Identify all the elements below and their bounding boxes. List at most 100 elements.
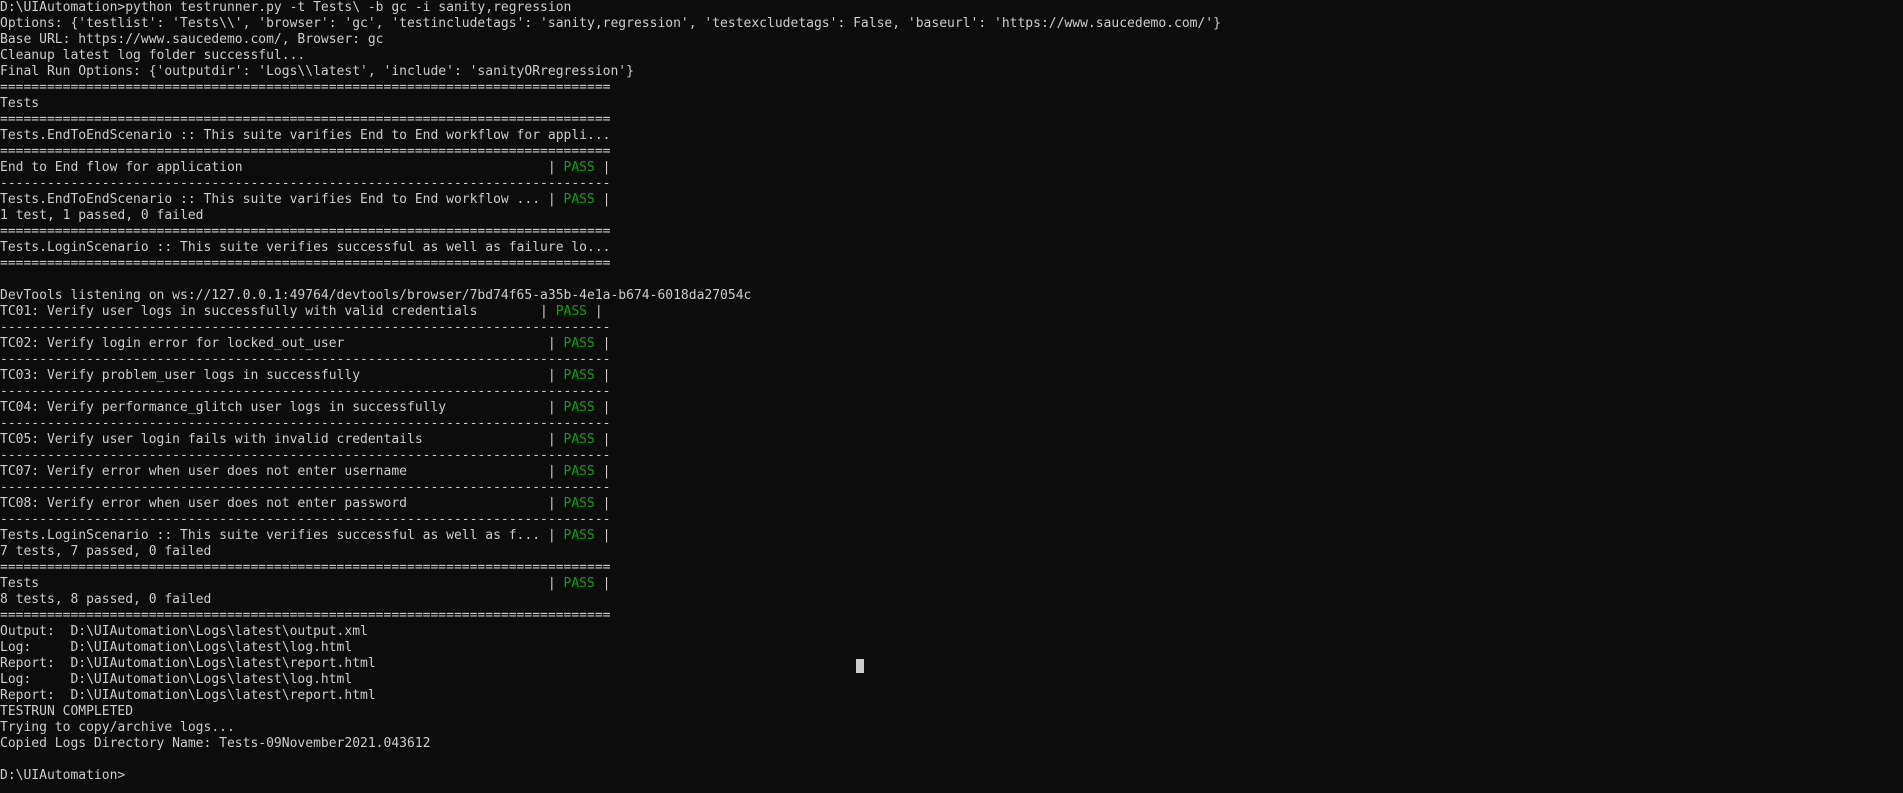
console-line-text: Tests.EndToEndScenario :: This suite var…	[0, 128, 611, 143]
console-line-suffix: |	[594, 496, 611, 511]
console-line-text: Copied Logs Directory Name: Tests-09Nove…	[0, 736, 431, 751]
console-line: Log: D:\UIAutomation\Logs\latest\log.htm…	[0, 640, 1903, 656]
console-line: End to End flow for application | PASS |	[0, 160, 1903, 176]
console-line: ----------------------------------------…	[0, 384, 1903, 400]
console-line-text: Tests.EndToEndScenario :: This suite var…	[0, 192, 564, 207]
status-pass: PASS	[563, 528, 595, 543]
console-line-text: TC07: Verify error when user does not en…	[0, 464, 564, 479]
console-line: 8 tests, 8 passed, 0 failed	[0, 592, 1903, 608]
console-line-text: 8 tests, 8 passed, 0 failed	[0, 592, 212, 607]
console-line: TC05: Verify user login fails with inval…	[0, 432, 1903, 448]
console-line: Cleanup latest log folder successful...	[0, 48, 1903, 64]
console-line-text: ----------------------------------------…	[0, 176, 611, 191]
status-pass: PASS	[563, 192, 595, 207]
console-line-text: ----------------------------------------…	[0, 352, 611, 367]
console-line-text: D:\UIAutomation>	[0, 768, 126, 783]
console-output: D:\UIAutomation>python testrunner.py -t …	[0, 0, 1903, 784]
console-line: TC07: Verify error when user does not en…	[0, 464, 1903, 480]
console-line-suffix: |	[594, 160, 611, 175]
console-line-text: ========================================…	[0, 608, 611, 623]
console-line: 7 tests, 7 passed, 0 failed	[0, 544, 1903, 560]
console-line-text: ----------------------------------------…	[0, 480, 611, 495]
console-line-text: D:\UIAutomation>python testrunner.py -t …	[0, 0, 572, 15]
console-line: TC01: Verify user logs in successfully w…	[0, 304, 1903, 320]
console-line-text: Log: D:\UIAutomation\Logs\latest\log.htm…	[0, 672, 353, 687]
console-line: ========================================…	[0, 112, 1903, 128]
console-line: D:\UIAutomation>python testrunner.py -t …	[0, 0, 1903, 16]
console-line: Copied Logs Directory Name: Tests-09Nove…	[0, 736, 1903, 752]
console-line: Tests.LoginScenario :: This suite verifi…	[0, 528, 1903, 544]
console-line: TC08: Verify error when user does not en…	[0, 496, 1903, 512]
console-line-text: Tests.LoginScenario :: This suite verifi…	[0, 240, 611, 255]
console-line: Tests | PASS |	[0, 576, 1903, 592]
console-line: Options: {'testlist': 'Tests\\', 'browse…	[0, 16, 1903, 32]
console-line: ----------------------------------------…	[0, 352, 1903, 368]
console-line-suffix: |	[594, 576, 611, 591]
console-line-text: Base URL: https://www.saucedemo.com/, Br…	[0, 32, 384, 47]
console-line-text: Log: D:\UIAutomation\Logs\latest\log.htm…	[0, 640, 353, 655]
console-line: ========================================…	[0, 80, 1903, 96]
status-pass: PASS	[563, 160, 595, 175]
console-line: ----------------------------------------…	[0, 448, 1903, 464]
console-line: ========================================…	[0, 608, 1903, 624]
status-pass: PASS	[563, 368, 595, 383]
console-line-text: TC05: Verify user login fails with inval…	[0, 432, 564, 447]
console-line-text: ========================================…	[0, 560, 611, 575]
console-line: Tests.EndToEndScenario :: This suite var…	[0, 192, 1903, 208]
console-line-text: Final Run Options: {'outputdir': 'Logs\\…	[0, 64, 634, 79]
console-line-text: ========================================…	[0, 224, 611, 239]
console-line-text: ----------------------------------------…	[0, 416, 611, 431]
status-pass: PASS	[563, 496, 595, 511]
console-line: Tests	[0, 96, 1903, 112]
console-line: TC02: Verify login error for locked_out_…	[0, 336, 1903, 352]
console-line: Tests.LoginScenario :: This suite verifi…	[0, 240, 1903, 256]
status-pass: PASS	[563, 432, 595, 447]
console-line: TESTRUN COMPLETED	[0, 704, 1903, 720]
console-line: ----------------------------------------…	[0, 480, 1903, 496]
console-line: TC03: Verify problem_user logs in succes…	[0, 368, 1903, 384]
console-line: 1 test, 1 passed, 0 failed	[0, 208, 1903, 224]
console-line-text: Trying to copy/archive logs...	[0, 720, 235, 735]
status-pass: PASS	[563, 336, 595, 351]
console-line: DevTools listening on ws://127.0.0.1:497…	[0, 288, 1903, 304]
status-pass: PASS	[563, 400, 595, 415]
console-line-text: Report: D:\UIAutomation\Logs\latest\repo…	[0, 688, 376, 703]
console-line-text: TC03: Verify problem_user logs in succes…	[0, 368, 564, 383]
console-line-text: TESTRUN COMPLETED	[0, 704, 134, 719]
status-pass: PASS	[563, 576, 595, 591]
status-pass: PASS	[563, 464, 595, 479]
console-line-suffix: |	[594, 192, 611, 207]
console-line-text: 7 tests, 7 passed, 0 failed	[0, 544, 212, 559]
console-line-text: ----------------------------------------…	[0, 512, 611, 527]
console-line-text: Report: D:\UIAutomation\Logs\latest\repo…	[0, 656, 376, 671]
console-line: ----------------------------------------…	[0, 320, 1903, 336]
console-line-suffix: |	[594, 464, 611, 479]
console-line-text: TC08: Verify error when user does not en…	[0, 496, 564, 511]
console-line: ----------------------------------------…	[0, 512, 1903, 528]
console-line-suffix: |	[594, 400, 611, 415]
console-line: ----------------------------------------…	[0, 176, 1903, 192]
console-line-text: Tests |	[0, 576, 564, 591]
console-line-text: ========================================…	[0, 112, 611, 127]
status-pass: PASS	[555, 304, 588, 319]
console-line-suffix: |	[594, 336, 611, 351]
console-line: ========================================…	[0, 560, 1903, 576]
console-line-text: ========================================…	[0, 80, 611, 95]
console-line: Base URL: https://www.saucedemo.com/, Br…	[0, 32, 1903, 48]
console-line: Report: D:\UIAutomation\Logs\latest\repo…	[0, 656, 1903, 672]
console-line: TC04: Verify performance_glitch user log…	[0, 400, 1903, 416]
console-line: Output: D:\UIAutomation\Logs\latest\outp…	[0, 624, 1903, 640]
console-line-text: Tests	[0, 96, 40, 111]
console-line-text: Cleanup latest log folder successful...	[0, 48, 306, 63]
console-line: Final Run Options: {'outputdir': 'Logs\\…	[0, 64, 1903, 80]
console-line-text: TC02: Verify login error for locked_out_…	[0, 336, 564, 351]
console-line-suffix: |	[594, 432, 611, 447]
terminal-window[interactable]: D:\UIAutomation>python testrunner.py -t …	[0, 0, 1903, 793]
console-line: ----------------------------------------…	[0, 416, 1903, 432]
console-line-text: ----------------------------------------…	[0, 448, 611, 463]
console-line-suffix: |	[587, 304, 603, 319]
console-line-text: ========================================…	[0, 144, 611, 159]
console-line: D:\UIAutomation>	[0, 768, 1903, 784]
